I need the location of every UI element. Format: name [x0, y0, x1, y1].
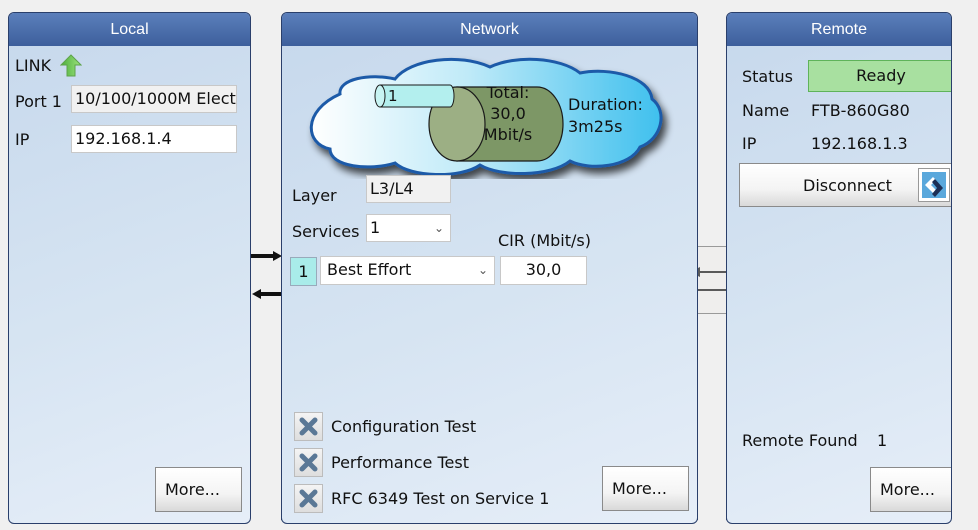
configuration-test-label: Configuration Test: [331, 417, 477, 436]
remote-found-value: 1: [877, 431, 888, 450]
link-label: LINK: [15, 56, 52, 75]
duration-info: Duration: 3m25s: [568, 94, 643, 138]
remote-ip-label: IP: [742, 134, 757, 153]
disconnect-label: Disconnect: [803, 176, 892, 195]
local-ip-field[interactable]: 192.168.1.4: [71, 125, 237, 153]
remote-panel-title: Remote: [727, 13, 951, 46]
x-icon: [299, 489, 318, 508]
port-field[interactable]: 10/100/1000M Elect: [71, 85, 237, 113]
x-icon: [299, 417, 318, 436]
local-network-connector: [250, 44, 282, 520]
remote-panel: Remote Status Ready Name FTB-860G80 IP 1…: [726, 12, 952, 524]
total-label: Total:: [486, 83, 530, 102]
x-icon: [299, 453, 318, 472]
services-label: Services: [292, 222, 360, 241]
local-more-button[interactable]: More...: [155, 467, 242, 512]
layer-field: L3/L4: [366, 175, 451, 203]
network-remote-connector-top: [697, 44, 727, 246]
cir-field[interactable]: 30,0: [500, 256, 587, 285]
duration-value: 3m25s: [568, 117, 623, 136]
network-panel: Network 1 Total: 30,0 Mbit/s Duration: 3…: [281, 12, 698, 524]
performance-test-label: Performance Test: [331, 453, 469, 472]
local-panel: Local LINK Port 1 10/100/1000M Elect IP …: [8, 12, 251, 524]
port-label: Port 1: [15, 92, 62, 111]
services-select-value: 1: [370, 218, 381, 237]
total-unit: Mbit/s: [483, 125, 533, 144]
duration-label: Duration:: [568, 95, 643, 114]
disconnect-icon: [918, 168, 950, 202]
service-type-value: Best Effort: [327, 260, 412, 279]
total-throughput: Total: 30,0 Mbit/s: [477, 82, 539, 145]
service-pipe-label: 1: [388, 87, 398, 105]
chevron-down-icon: ⌄: [477, 263, 488, 277]
arrow-right-icon: [251, 251, 282, 261]
remote-found-label: Remote Found: [742, 431, 858, 450]
total-value: 30,0: [490, 104, 526, 123]
network-remote-connector-bottom: [697, 314, 727, 520]
network-panel-title: Network: [282, 13, 697, 46]
status-label: Status: [742, 67, 793, 86]
network-more-button[interactable]: More...: [602, 466, 689, 511]
arrow-left-icon: [252, 289, 283, 299]
rfc6349-test-label: RFC 6349 Test on Service 1: [331, 489, 550, 508]
service-index-badge: 1: [290, 257, 317, 286]
remote-more-button[interactable]: More...: [870, 467, 951, 512]
link-up-arrow-icon: [60, 54, 82, 77]
remote-ip-value: 192.168.1.3: [811, 134, 908, 153]
layer-label: Layer: [292, 186, 337, 205]
remote-name-value: FTB-860G80: [811, 101, 910, 120]
service-pipe-end: [374, 84, 386, 108]
service-type-select[interactable]: Best Effort ⌄: [320, 256, 495, 285]
configuration-test-checkbox[interactable]: [294, 412, 323, 441]
remote-name-label: Name: [742, 101, 790, 120]
cir-header: CIR (Mbit/s): [498, 231, 591, 250]
local-panel-title: Local: [9, 13, 250, 46]
performance-test-checkbox[interactable]: [294, 448, 323, 477]
services-select[interactable]: 1 ⌄: [366, 214, 451, 242]
local-ip-label: IP: [15, 130, 30, 149]
rfc6349-test-checkbox[interactable]: [294, 484, 323, 513]
chevron-down-icon: ⌄: [433, 221, 444, 235]
disconnect-button[interactable]: Disconnect: [739, 163, 951, 207]
status-badge: Ready: [808, 60, 951, 92]
